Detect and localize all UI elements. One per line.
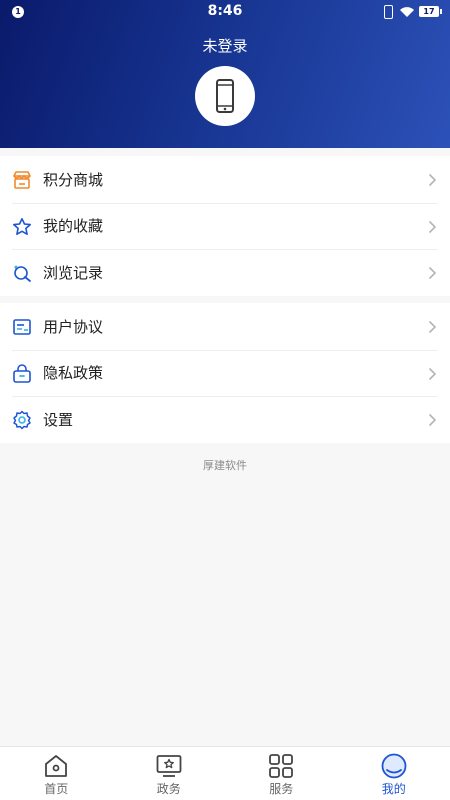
wifi-icon [400, 7, 414, 17]
status-time: 8:46 [207, 3, 243, 19]
grid-icon [269, 754, 293, 778]
menu-item-label: 积分商城 [43, 170, 104, 189]
star-icon [13, 217, 31, 235]
menu-item-privacy-policy[interactable]: 隐私政策 [0, 349, 450, 397]
tab-label: 首页 [44, 782, 69, 796]
chevron-right-icon [428, 267, 437, 280]
menu-item-user-agreement[interactable]: 用户协议 [0, 303, 450, 350]
chevron-right-icon [428, 173, 437, 187]
menu-item-label: 隐私政策 [43, 364, 104, 383]
agreement-icon [13, 319, 31, 335]
profile-header: 1 8:46 17 未登录 [0, 0, 450, 148]
vibrate-icon [384, 5, 393, 19]
status-bar: 1 8:46 17 [0, 0, 450, 24]
profile-circle-icon [381, 753, 406, 779]
menu-item-points-mall[interactable]: 积分商城 [0, 156, 450, 203]
tab-label: 政务 [156, 782, 181, 796]
battery-icon: 17 [419, 6, 442, 17]
lock-bag-icon [13, 363, 31, 383]
chevron-right-icon [428, 414, 437, 427]
menu-item-label: 浏览记录 [43, 264, 104, 283]
menu-group-1: 积分商城 我的收藏 浏览记录 [0, 156, 450, 296]
login-status[interactable]: 未登录 [0, 35, 450, 56]
tab-government[interactable]: 政务 [113, 747, 226, 800]
gear-icon [13, 411, 31, 430]
tab-label: 服务 [269, 782, 294, 796]
menu-item-label: 我的收藏 [43, 217, 104, 236]
bottom-tab-bar: 首页 政务 服务 我的 [0, 746, 450, 800]
menu-item-settings[interactable]: 设置 [0, 396, 450, 443]
tab-mine[interactable]: 我的 [338, 747, 450, 800]
menu-group-2: 用户协议 隐私政策 设置 [0, 303, 450, 443]
tab-label: 我的 [381, 782, 406, 796]
menu-item-favorites[interactable]: 我的收藏 [0, 202, 450, 250]
chevron-right-icon [428, 220, 437, 233]
government-monitor-icon [156, 755, 181, 777]
menu-item-history[interactable]: 浏览记录 [0, 249, 450, 296]
menu-item-label: 用户协议 [43, 317, 104, 336]
menu-item-label: 设置 [43, 411, 74, 430]
tab-home[interactable]: 首页 [0, 747, 113, 800]
avatar[interactable] [195, 66, 255, 126]
brand-footer: 厚建软件 [203, 459, 247, 472]
chevron-right-icon [428, 320, 437, 334]
phone-icon [216, 79, 234, 113]
chevron-right-icon [428, 367, 437, 380]
home-icon [45, 755, 67, 777]
tab-services[interactable]: 服务 [225, 747, 338, 800]
store-icon [13, 171, 31, 189]
history-icon [14, 265, 31, 283]
